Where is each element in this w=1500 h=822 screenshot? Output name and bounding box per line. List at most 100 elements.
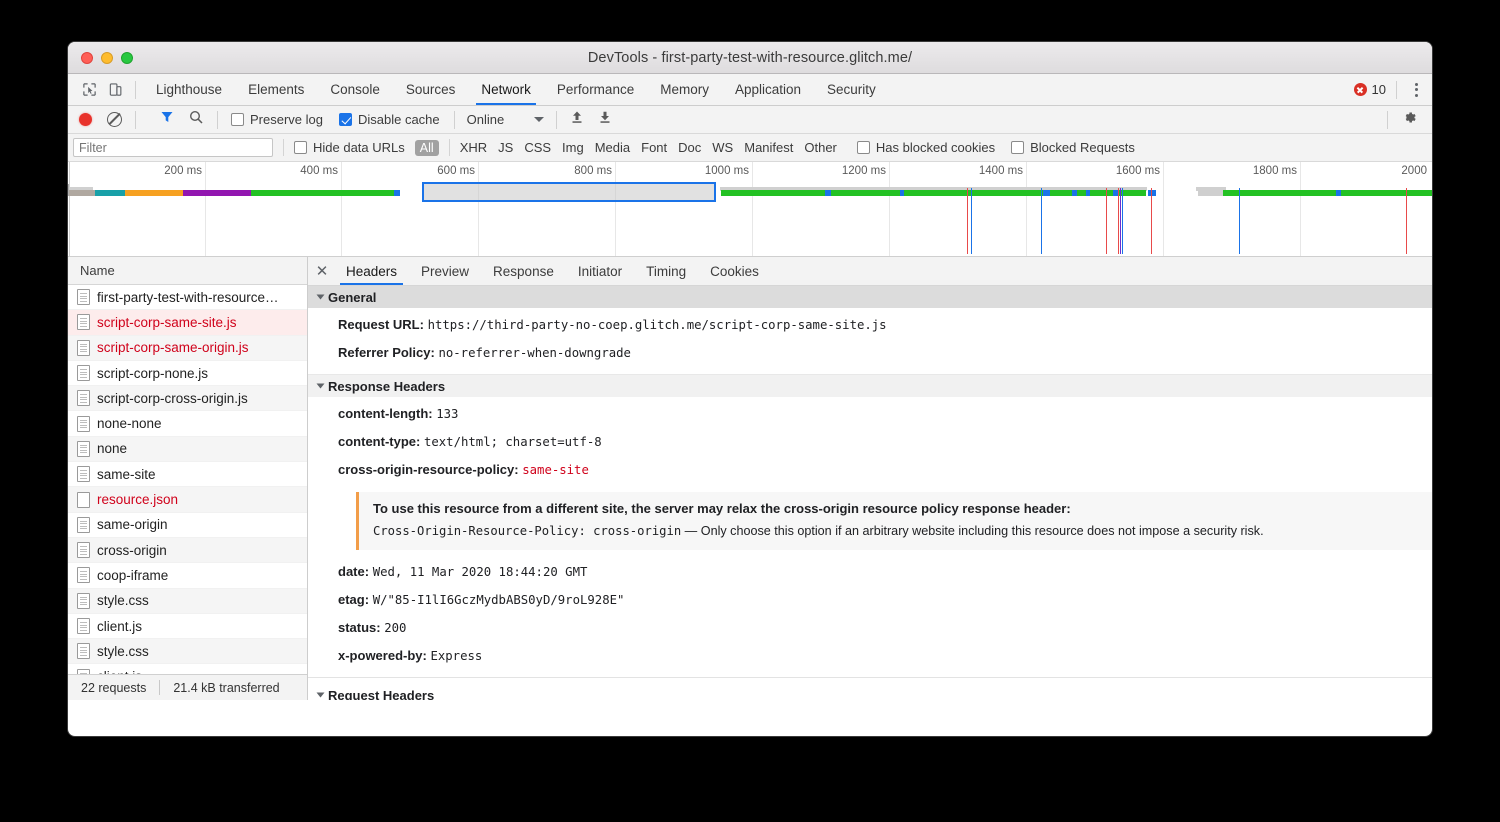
window-titlebar: DevTools - first-party-test-with-resourc… xyxy=(68,42,1432,74)
divider xyxy=(1396,81,1397,99)
export-har-icon[interactable] xyxy=(597,109,613,130)
overview-event-line xyxy=(1122,188,1123,254)
tab-label: Preview xyxy=(421,264,469,279)
response-headers-section-header[interactable]: Response Headers xyxy=(308,375,1432,397)
tab-performance[interactable]: Performance xyxy=(544,74,647,105)
record-button[interactable] xyxy=(79,113,92,126)
tab-label: Application xyxy=(735,82,801,97)
tab-timing[interactable]: Timing xyxy=(634,257,698,285)
inspect-element-icon[interactable] xyxy=(76,77,102,103)
request-name: none-none xyxy=(97,416,162,431)
request-headers-section-header[interactable]: Request Headers xyxy=(308,684,1432,700)
overview-tick-label: 1400 ms xyxy=(979,165,1023,177)
header-key: cross-origin-resource-policy: xyxy=(338,462,519,477)
tab-headers[interactable]: Headers xyxy=(334,257,409,285)
tab-preview[interactable]: Preview xyxy=(409,257,481,285)
overview-event-line xyxy=(967,188,968,254)
table-row[interactable]: cross-origin xyxy=(68,538,307,563)
header-value: no-referrer-when-downgrade xyxy=(438,346,631,360)
table-row[interactable]: none xyxy=(68,437,307,462)
devtools-tab-list: Lighthouse Elements Console Sources Netw… xyxy=(143,74,889,105)
network-overview-timeline[interactable]: 200 ms 400 ms 600 ms 800 ms 1000 ms 1200… xyxy=(68,162,1432,257)
request-list-status-bar: 22 requests 21.4 kB transferred xyxy=(68,674,307,700)
maximize-window-button[interactable] xyxy=(121,52,133,64)
table-row[interactable]: script-corp-none.js xyxy=(68,361,307,386)
throttling-dropdown[interactable]: Online xyxy=(467,112,545,127)
checkbox-box xyxy=(339,113,352,126)
tab-response[interactable]: Response xyxy=(481,257,566,285)
disable-cache-label: Disable cache xyxy=(358,112,440,127)
blocked-requests-checkbox[interactable]: Blocked Requests xyxy=(1011,140,1135,155)
table-row[interactable]: script-corp-same-site.js xyxy=(68,310,307,335)
overview-selection-window[interactable] xyxy=(422,182,716,202)
table-row[interactable]: style.css xyxy=(68,639,307,664)
table-row[interactable]: script-corp-same-origin.js xyxy=(68,336,307,361)
table-row[interactable]: same-site xyxy=(68,462,307,487)
filter-input[interactable] xyxy=(73,138,273,157)
header-value: text/html; charset=utf-8 xyxy=(424,435,602,449)
type-filter-js[interactable]: JS xyxy=(498,140,513,155)
overview-tick: 800 ms xyxy=(615,162,616,257)
type-filter-ws[interactable]: WS xyxy=(712,140,733,155)
disable-cache-checkbox[interactable]: Disable cache xyxy=(339,112,440,127)
type-filter-doc[interactable]: Doc xyxy=(678,140,701,155)
tab-lighthouse[interactable]: Lighthouse xyxy=(143,74,235,105)
type-filter-all[interactable]: All xyxy=(415,140,439,156)
hide-data-urls-checkbox[interactable]: Hide data URLs xyxy=(294,140,405,155)
preserve-log-checkbox[interactable]: Preserve log xyxy=(231,112,323,127)
network-toolbar: Preserve log Disable cache Online xyxy=(68,106,1432,134)
close-icon[interactable]: ✕ xyxy=(308,257,334,285)
type-filter-other[interactable]: Other xyxy=(804,140,837,155)
section-title: General xyxy=(328,290,376,305)
section-title: Request Headers xyxy=(328,688,434,701)
table-row[interactable]: coop-iframe xyxy=(68,563,307,588)
overview-tick: 600 ms xyxy=(478,162,479,257)
has-blocked-cookies-checkbox[interactable]: Has blocked cookies xyxy=(857,140,995,155)
type-filter-css[interactable]: CSS xyxy=(524,140,551,155)
tab-initiator[interactable]: Initiator xyxy=(566,257,634,285)
import-har-icon[interactable] xyxy=(569,109,585,130)
table-row[interactable]: none-none xyxy=(68,411,307,436)
tab-label: Sources xyxy=(406,82,456,97)
type-filter-font[interactable]: Font xyxy=(641,140,667,155)
filter-icon[interactable] xyxy=(159,109,175,130)
table-row[interactable]: client.js xyxy=(68,664,307,674)
error-count-badge[interactable]: 10 xyxy=(1354,82,1386,97)
clear-icon[interactable] xyxy=(107,112,122,127)
table-row[interactable]: same-origin xyxy=(68,513,307,538)
gear-icon[interactable] xyxy=(1395,109,1424,131)
overview-tick-label: 1000 ms xyxy=(705,165,749,177)
divider xyxy=(556,111,557,129)
general-section-header[interactable]: General xyxy=(308,286,1432,308)
tab-network[interactable]: Network xyxy=(468,74,544,105)
error-icon xyxy=(1354,83,1367,96)
minimize-window-button[interactable] xyxy=(101,52,113,64)
resource-type-filters: All xyxy=(415,140,439,156)
checkbox-box xyxy=(231,113,244,126)
tab-cookies[interactable]: Cookies xyxy=(698,257,771,285)
tab-label: Performance xyxy=(557,82,634,97)
tab-security[interactable]: Security xyxy=(814,74,889,105)
tab-memory[interactable]: Memory xyxy=(647,74,722,105)
note-code: Cross-Origin-Resource-Policy: cross-orig… xyxy=(373,524,681,538)
more-options-icon[interactable] xyxy=(1407,83,1426,97)
type-filter-xhr[interactable]: XHR xyxy=(460,140,487,155)
tab-elements[interactable]: Elements xyxy=(235,74,317,105)
table-row[interactable]: script-corp-cross-origin.js xyxy=(68,386,307,411)
table-row[interactable]: style.css xyxy=(68,589,307,614)
toggle-device-toolbar-icon[interactable] xyxy=(102,77,128,103)
search-icon[interactable] xyxy=(188,109,204,130)
close-window-button[interactable] xyxy=(81,52,93,64)
tab-application[interactable]: Application xyxy=(722,74,814,105)
tab-sources[interactable]: Sources xyxy=(393,74,469,105)
table-row[interactable]: resource.json xyxy=(68,487,307,512)
header-key: Request URL: xyxy=(338,317,424,332)
type-filter-manifest[interactable]: Manifest xyxy=(744,140,793,155)
type-filter-img[interactable]: Img xyxy=(562,140,584,155)
table-row[interactable]: first-party-test-with-resource… xyxy=(68,285,307,310)
overview-event-line xyxy=(1239,188,1240,254)
request-list-column-header[interactable]: Name xyxy=(68,257,307,285)
table-row[interactable]: client.js xyxy=(68,614,307,639)
type-filter-media[interactable]: Media xyxy=(595,140,630,155)
tab-console[interactable]: Console xyxy=(317,74,393,105)
